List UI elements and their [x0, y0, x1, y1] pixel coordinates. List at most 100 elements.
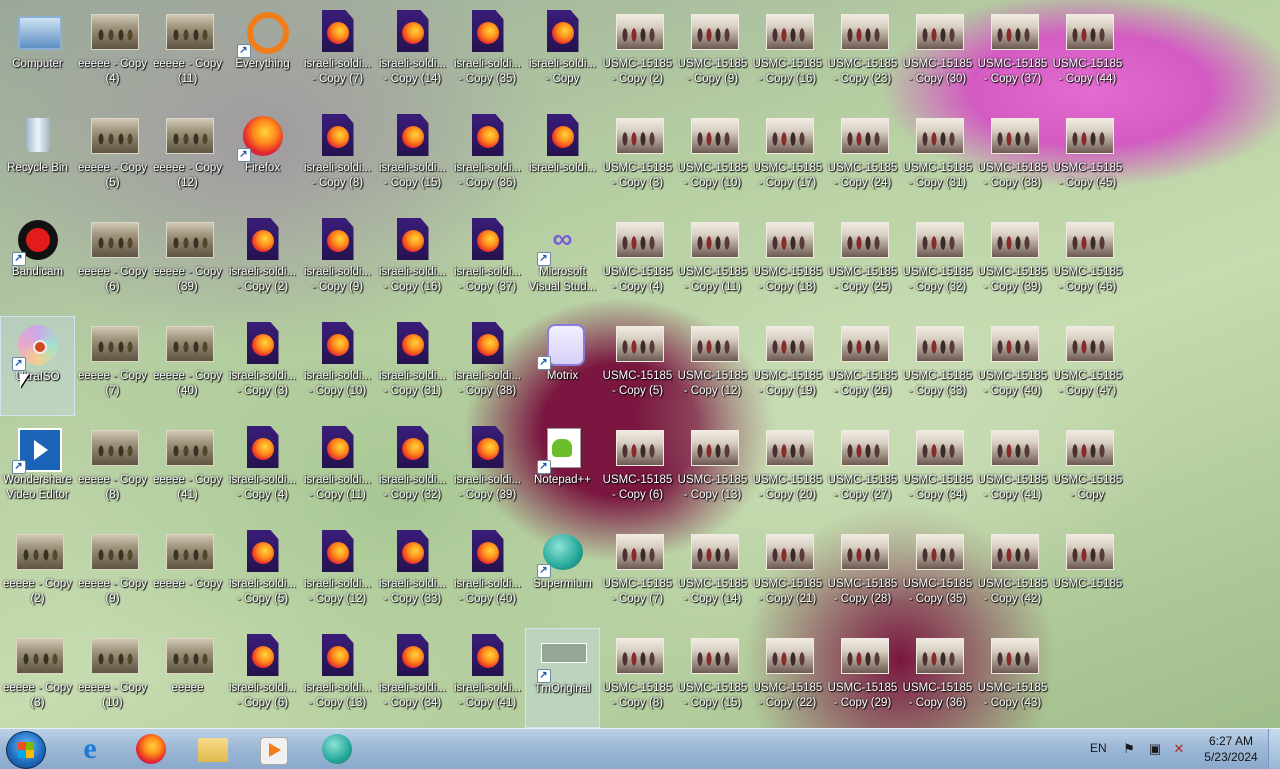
desktop-icon-usmc-file[interactable]: USMC-15185 - Copy (2)	[600, 4, 675, 104]
desktop-icon-motrix[interactable]: ↗ Motrix	[525, 316, 600, 416]
desktop-icon-israeli-soldier-file[interactable]: israeli-soldi... - Copy (6)	[225, 628, 300, 728]
desktop-icon-eeeee[interactable]: eeeee - Copy (4)	[75, 4, 150, 104]
desktop-icon-eeeee[interactable]: eeeee - Copy (3)	[0, 628, 75, 728]
desktop-icon-israeli-soldier-file[interactable]: israeli-soldi... - Copy (14)	[375, 4, 450, 104]
desktop-icon-eeeee[interactable]: eeeee - Copy (11)	[150, 4, 225, 104]
desktop-icon-israeli-soldier-file[interactable]: israeli-soldi... - Copy (39)	[450, 420, 525, 520]
desktop-icon-israeli-soldier-file[interactable]: israeli-soldi... - Copy (8)	[300, 108, 375, 208]
show-desktop-button[interactable]	[1268, 729, 1280, 769]
desktop-icon-israeli-soldier-file[interactable]: israeli-soldi... - Copy (9)	[300, 212, 375, 312]
desktop-icon-eeeee[interactable]: eeeee - Copy (40)	[150, 316, 225, 416]
desktop-icon-israeli-soldier-file[interactable]: israeli-soldi... - Copy (2)	[225, 212, 300, 312]
desktop-icon-israeli-soldier-file[interactable]: israeli-soldi... - Copy (41)	[450, 628, 525, 728]
desktop-icon-usmc-file[interactable]: USMC-15185 - Copy (24)	[825, 108, 900, 208]
desktop-icon-usmc-file[interactable]: USMC-15185 - Copy (8)	[600, 628, 675, 728]
desktop-icon-usmc-file[interactable]: USMC-15185 - Copy (47)	[1050, 316, 1125, 416]
desktop-icon-eeeee[interactable]: eeeee - Copy (5)	[75, 108, 150, 208]
desktop-icon-israeli-soldier-file[interactable]: israeli-soldi... - Copy (13)	[300, 628, 375, 728]
desktop-icon-usmc-file[interactable]: USMC-15185 - Copy (14)	[675, 524, 750, 624]
desktop[interactable]: Computer Recycle Bin ↗ Bandicam ↗ UltraI…	[0, 0, 1280, 728]
desktop-icon-eeeee[interactable]: eeeee - Copy (12)	[150, 108, 225, 208]
desktop-icon-eeeee[interactable]: eeeee - Copy (9)	[75, 524, 150, 624]
desktop-icon-bandicam[interactable]: ↗ Bandicam	[0, 212, 75, 312]
volume-muted-icon[interactable]: ✕	[1172, 742, 1186, 756]
desktop-icon-usmc-file[interactable]: USMC-15185 - Copy (28)	[825, 524, 900, 624]
desktop-icon-usmc-file[interactable]: USMC-15185 - Copy (7)	[600, 524, 675, 624]
desktop-icon-israeli-soldier-file[interactable]: israeli-soldi... - Copy (4)	[225, 420, 300, 520]
desktop-icon-notepad-plus-plus[interactable]: ↗ Notepad++	[525, 420, 600, 520]
desktop-icon-eeeee[interactable]: eeeee	[150, 628, 225, 728]
desktop-icon-usmc-file[interactable]: USMC-15185 - Copy (42)	[975, 524, 1050, 624]
taskbar-media-player-icon[interactable]	[248, 732, 296, 766]
desktop-icon-usmc-file[interactable]: USMC-15185 - Copy (45)	[1050, 108, 1125, 208]
desktop-icon-usmc-file[interactable]: USMC-15185 - Copy (35)	[900, 524, 975, 624]
desktop-icon-usmc-file[interactable]: USMC-15185 - Copy (46)	[1050, 212, 1125, 312]
desktop-icon-usmc-file[interactable]: USMC-15185	[1050, 524, 1125, 624]
desktop-icon-israeli-soldier-file[interactable]: israeli-soldi... - Copy (5)	[225, 524, 300, 624]
language-indicator[interactable]: EN	[1090, 741, 1107, 755]
desktop-icon-usmc-file[interactable]: USMC-15185 - Copy (18)	[750, 212, 825, 312]
desktop-icon-supermium[interactable]: ↗ Supermium	[525, 524, 600, 624]
taskbar-firefox-icon[interactable]	[126, 732, 174, 766]
desktop-icon-usmc-file[interactable]: USMC-15185 - Copy (9)	[675, 4, 750, 104]
desktop-icon-israeli-soldier-file[interactable]: israeli-soldi... - Copy (10)	[300, 316, 375, 416]
desktop-icon-usmc-file[interactable]: USMC-15185 - Copy (23)	[825, 4, 900, 104]
desktop-icon-usmc-file[interactable]: USMC-15185 - Copy (39)	[975, 212, 1050, 312]
desktop-icon-usmc-file[interactable]: USMC-15185 - Copy (5)	[600, 316, 675, 416]
desktop-icon-usmc-file[interactable]: USMC-15185 - Copy (4)	[600, 212, 675, 312]
desktop-icon-usmc-file[interactable]: USMC-15185 - Copy (44)	[1050, 4, 1125, 104]
desktop-icon-usmc-file[interactable]: USMC-15185 - Copy (16)	[750, 4, 825, 104]
desktop-icon-usmc-file[interactable]: USMC-15185 - Copy (21)	[750, 524, 825, 624]
desktop-icon-usmc-file[interactable]: USMC-15185 - Copy (19)	[750, 316, 825, 416]
desktop-icon-usmc-file[interactable]: USMC-15185 - Copy (36)	[900, 628, 975, 728]
desktop-icon-israeli-soldier-file[interactable]: israeli-soldi... - Copy (40)	[450, 524, 525, 624]
desktop-icon-recycle-bin[interactable]: Recycle Bin	[0, 108, 75, 208]
desktop-icon-usmc-file[interactable]: USMC-15185 - Copy (41)	[975, 420, 1050, 520]
desktop-icon-usmc-file[interactable]: USMC-15185 - Copy (33)	[900, 316, 975, 416]
desktop-icon-usmc-file[interactable]: USMC-15185 - Copy (17)	[750, 108, 825, 208]
action-center-flag-icon[interactable]: ⚑	[1122, 742, 1136, 756]
desktop-icon-eeeee[interactable]: eeeee - Copy (2)	[0, 524, 75, 624]
desktop-icon-israeli-soldier-file[interactable]: israeli-soldi... - Copy (35)	[450, 4, 525, 104]
desktop-icon-eeeee[interactable]: eeeee - Copy (6)	[75, 212, 150, 312]
desktop-icon-wondershare-video-editor[interactable]: ↗ Wondershare Video Editor	[0, 420, 75, 520]
desktop-icon-israeli-soldier-file[interactable]: israeli-soldi... - Copy (32)	[375, 420, 450, 520]
desktop-icon-usmc-file[interactable]: USMC-15185 - Copy (20)	[750, 420, 825, 520]
desktop-icon-israeli-soldier-file[interactable]: israeli-soldi... - Copy (36)	[450, 108, 525, 208]
desktop-icon-israeli-soldier-file[interactable]: israeli-soldi...	[525, 108, 600, 208]
desktop-icon-usmc-file[interactable]: USMC-15185 - Copy (6)	[600, 420, 675, 520]
desktop-icon-usmc-file[interactable]: USMC-15185 - Copy (29)	[825, 628, 900, 728]
desktop-icon-israeli-soldier-file[interactable]: israeli-soldi... - Copy (16)	[375, 212, 450, 312]
taskbar-file-explorer-icon[interactable]	[188, 732, 236, 766]
desktop-icon-israeli-soldier-file[interactable]: israeli-soldi... - Copy (37)	[450, 212, 525, 312]
desktop-icon-eeeee[interactable]: eeeee - Copy (41)	[150, 420, 225, 520]
desktop-icon-usmc-file[interactable]: USMC-15185 - Copy (10)	[675, 108, 750, 208]
desktop-icon-israeli-soldier-file[interactable]: israeli-soldi... - Copy (12)	[300, 524, 375, 624]
taskbar-supermium-icon[interactable]	[312, 732, 360, 766]
desktop-icon-israeli-soldier-file[interactable]: israeli-soldi... - Copy (34)	[375, 628, 450, 728]
desktop-icon-usmc-file[interactable]: USMC-15185 - Copy	[1050, 420, 1125, 520]
desktop-icon-eeeee[interactable]: eeeee - Copy	[150, 524, 225, 624]
desktop-icon-visual-studio[interactable]: ∞ ↗ Microsoft Visual Stud...	[525, 212, 600, 312]
desktop-icon-usmc-file[interactable]: USMC-15185 - Copy (31)	[900, 108, 975, 208]
desktop-icon-usmc-file[interactable]: USMC-15185 - Copy (12)	[675, 316, 750, 416]
desktop-icon-israeli-soldier-file[interactable]: israeli-soldi... - Copy (31)	[375, 316, 450, 416]
desktop-icon-eeeee[interactable]: eeeee - Copy (10)	[75, 628, 150, 728]
desktop-icon-usmc-file[interactable]: USMC-15185 - Copy (32)	[900, 212, 975, 312]
desktop-icon-usmc-file[interactable]: USMC-15185 - Copy (34)	[900, 420, 975, 520]
desktop-icon-usmc-file[interactable]: USMC-15185 - Copy (38)	[975, 108, 1050, 208]
desktop-icon-israeli-soldier-file[interactable]: israeli-soldi... - Copy (38)	[450, 316, 525, 416]
desktop-icon-ultraiso[interactable]: ↗ UltraISO	[0, 316, 75, 416]
desktop-icon-usmc-file[interactable]: USMC-15185 - Copy (11)	[675, 212, 750, 312]
desktop-icon-eeeee[interactable]: eeeee - Copy (7)	[75, 316, 150, 416]
start-button[interactable]	[6, 731, 46, 769]
desktop-icon-computer[interactable]: Computer	[0, 4, 75, 104]
desktop-icon-israeli-soldier-file[interactable]: israeli-soldi... - Copy (33)	[375, 524, 450, 624]
desktop-icon-israeli-soldier-file[interactable]: israeli-soldi... - Copy (7)	[300, 4, 375, 104]
taskbar-internet-explorer-icon[interactable]: e	[66, 732, 114, 766]
desktop-icon-usmc-file[interactable]: USMC-15185 - Copy (26)	[825, 316, 900, 416]
desktop-icon-tmoriginal[interactable]: ↗ TmOriginal	[525, 628, 600, 728]
desktop-icon-usmc-file[interactable]: USMC-15185 - Copy (27)	[825, 420, 900, 520]
network-icon[interactable]: ▣	[1148, 742, 1162, 756]
desktop-icon-usmc-file[interactable]: USMC-15185 - Copy (30)	[900, 4, 975, 104]
